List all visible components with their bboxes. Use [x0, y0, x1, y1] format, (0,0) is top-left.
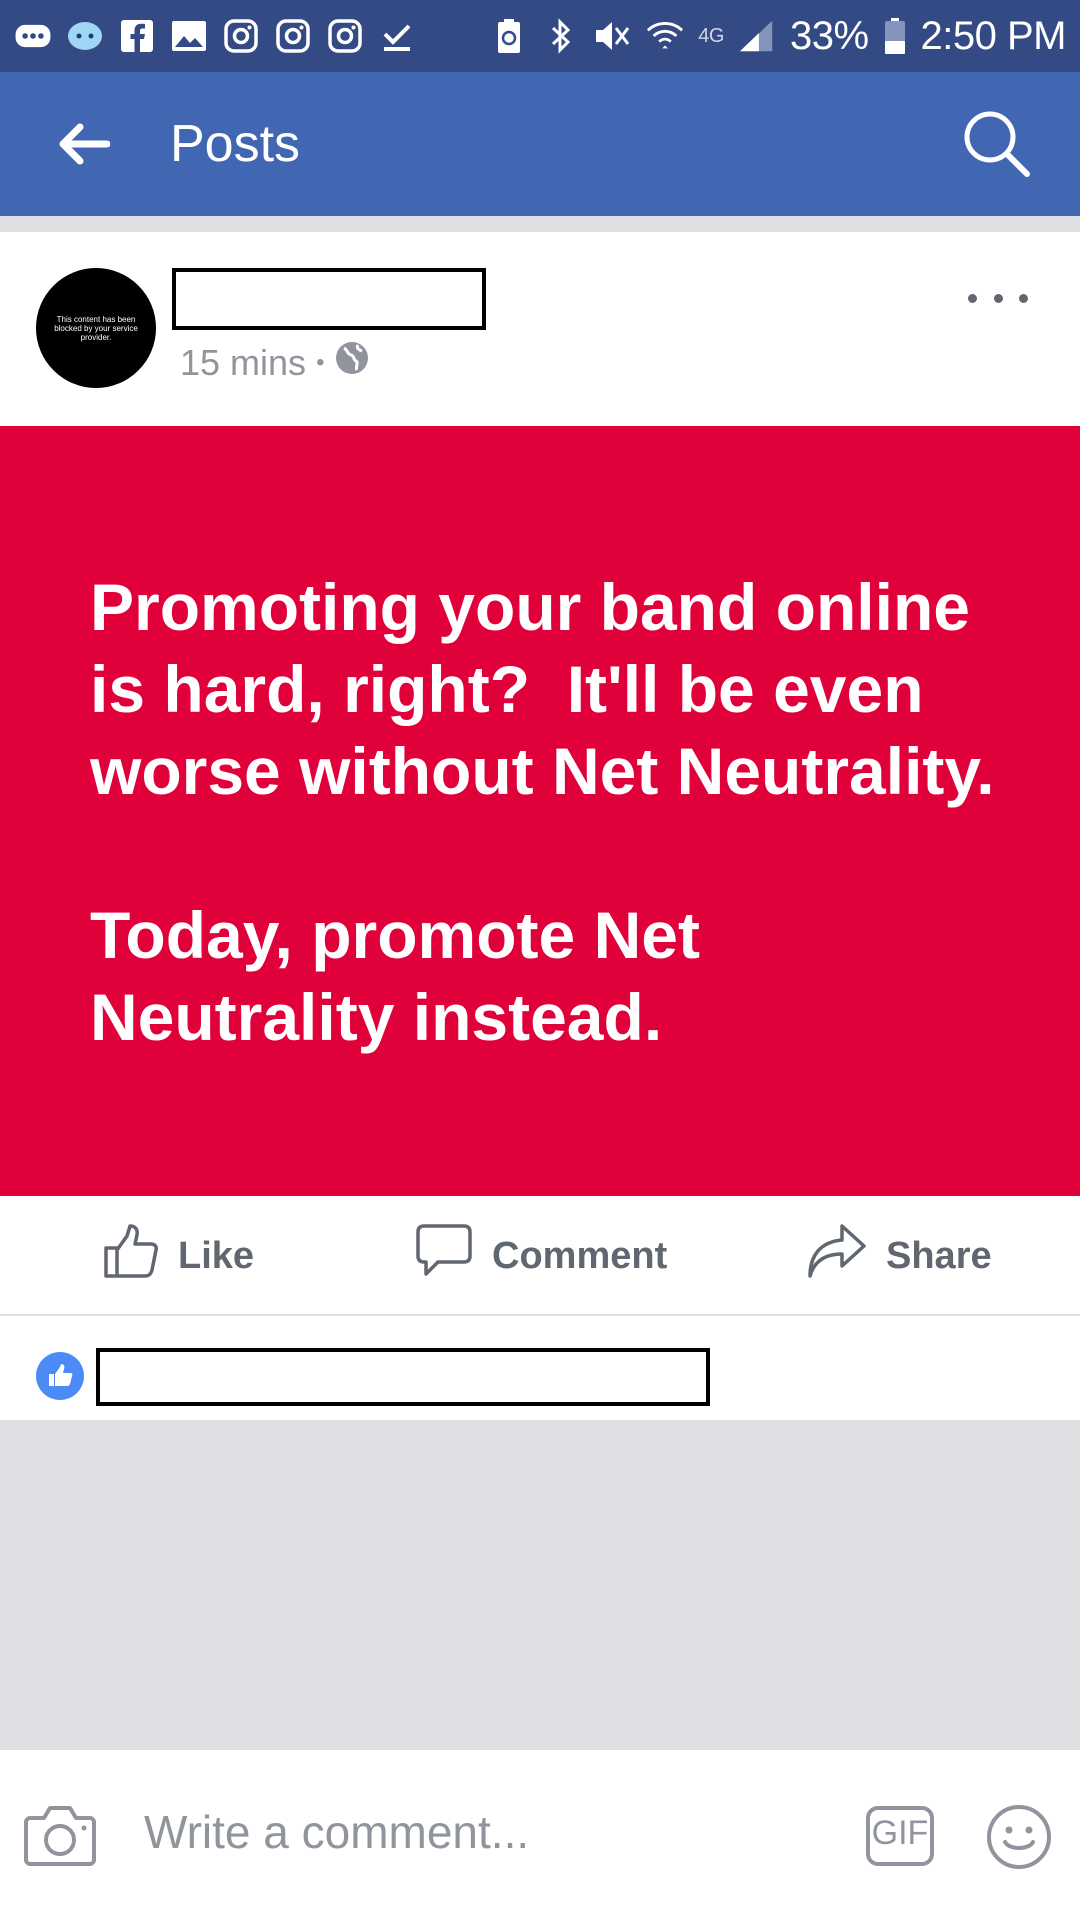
more-dot — [968, 293, 977, 303]
comment-icon — [414, 1222, 474, 1290]
gif-label: GIF — [871, 1814, 929, 1852]
comment-composer: GIF — [0, 1750, 1080, 1920]
share-icon — [806, 1222, 868, 1290]
reactions-bar — [0, 1318, 1080, 1420]
battery-icon — [883, 17, 907, 55]
comment-input[interactable] — [144, 1794, 844, 1870]
status-bar: 4G 33% 2:50 PM — [0, 0, 1080, 72]
mute-icon — [594, 17, 632, 55]
post-actions: Like Comment Share — [0, 1196, 1080, 1316]
more-dot — [1019, 293, 1028, 303]
author-name-redacted[interactable] — [172, 268, 486, 330]
bluetooth-icon — [542, 17, 580, 55]
status-bar-right: 4G 33% 2:50 PM — [490, 13, 1067, 59]
post-text: Promoting your band online is hard, righ… — [90, 570, 995, 1054]
feed-divider — [0, 216, 1080, 232]
gif-button[interactable]: GIF — [866, 1806, 934, 1866]
thumbs-up-icon — [102, 1222, 160, 1290]
like-reaction-icon — [36, 1352, 84, 1400]
more-dot — [993, 293, 1003, 303]
battery-percent: 33% — [789, 13, 869, 58]
messages-icon — [14, 17, 52, 55]
download-done-icon — [378, 17, 416, 55]
wifi-icon — [646, 17, 684, 55]
status-bar-left — [14, 17, 416, 55]
avatar[interactable]: This content has been blocked by your se… — [36, 268, 156, 388]
page-title: Posts — [170, 115, 301, 173]
comment-button[interactable]: Comment — [414, 1224, 667, 1288]
comment-label: Comment — [492, 1234, 668, 1277]
instagram-icon — [326, 17, 364, 55]
network-type: 4G — [698, 24, 724, 47]
reactions-summary-redacted[interactable] — [96, 1348, 710, 1406]
arrow-left-icon[interactable] — [48, 108, 120, 180]
like-label: Like — [178, 1234, 255, 1277]
comments-area — [0, 1420, 1080, 1750]
gallery-icon — [170, 17, 208, 55]
chat-bubble-icon — [66, 17, 104, 55]
avatar-blocked-text: This content has been blocked by your se… — [54, 314, 138, 342]
emoji-icon[interactable] — [986, 1804, 1052, 1870]
post-header: This content has been blocked by your se… — [0, 232, 1080, 426]
signal-icon — [738, 17, 776, 55]
share-label: Share — [886, 1234, 992, 1277]
clock: 2:50 PM — [920, 13, 1067, 58]
camera-icon[interactable] — [24, 1802, 96, 1868]
share-button[interactable]: Share — [806, 1224, 992, 1288]
facebook-icon — [118, 17, 156, 55]
like-button[interactable]: Like — [102, 1224, 254, 1288]
search-icon[interactable] — [956, 103, 1038, 185]
meta-separator: • — [316, 348, 325, 376]
post-time[interactable]: 15 mins — [180, 342, 306, 384]
post-body[interactable]: Promoting your band online is hard, righ… — [0, 426, 1080, 1196]
more-horizontal-icon[interactable] — [968, 288, 1028, 308]
globe-icon — [334, 340, 370, 385]
post-meta: 15 mins • — [180, 340, 370, 385]
instagram-icon — [222, 17, 260, 55]
battery-saver-icon — [490, 17, 528, 55]
app-bar: Posts — [0, 72, 1080, 216]
instagram-icon — [274, 17, 312, 55]
